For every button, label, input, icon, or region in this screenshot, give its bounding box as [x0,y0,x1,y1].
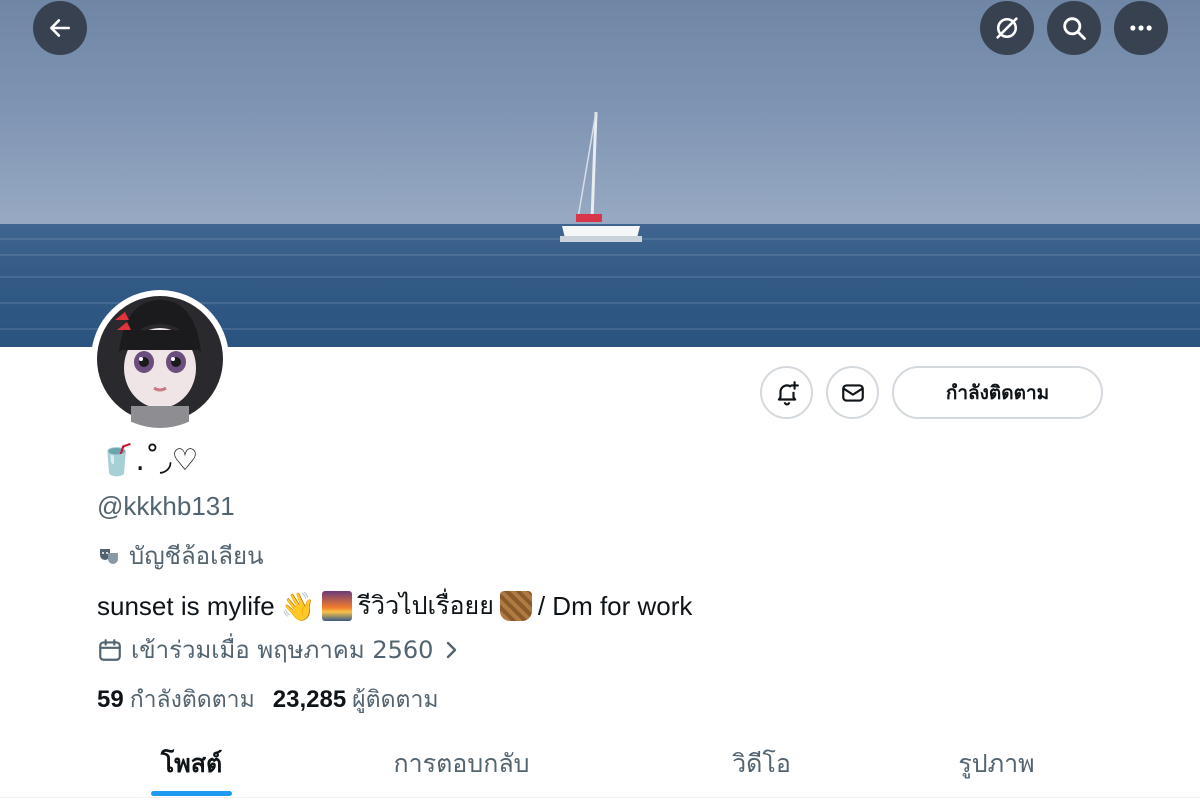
more-button[interactable] [1114,1,1168,55]
tab-replies[interactable]: การตอบกลับ [360,730,563,797]
followers-stat[interactable]: 23,285 ผู้ติดตาม [273,682,439,718]
bio-text-3: / Dm for work [537,590,693,621]
theater-masks-icon [100,548,118,564]
back-button[interactable] [33,1,87,55]
active-tab-indicator [151,791,232,796]
more-icon [1130,25,1152,31]
bio-text-1: sunset is mylife [97,590,275,621]
sailboat-image [560,111,642,242]
following-button[interactable]: กำลังติดตาม [892,366,1103,419]
tabs-divider [0,797,1200,798]
avatar-image [97,296,223,428]
following-label: กำลังติดตาม [129,687,255,713]
arrow-left-icon [50,19,70,37]
tab-posts[interactable]: โพสต์ [120,730,263,797]
chevron-right-icon [447,641,457,658]
profile-bio: sunset is mylife 👋 รีวิวไปเรื่อยย / Dm f… [97,586,692,626]
link-off-icon [996,17,1018,39]
tab-photos[interactable]: รูปภาพ [925,730,1068,797]
joined-label: เข้าร่วมเมื่อ พฤษภาคม 2560 [131,636,434,664]
calendar-icon [99,638,121,661]
followers-count: 23,285 [272,686,347,713]
bell-plus-icon [777,380,799,405]
joined-date[interactable]: เข้าร่วมเมื่อ พฤษภาคม 2560 [97,630,461,669]
basket-icon [499,591,532,621]
profile-handle: @kkkhb131 [97,491,235,521]
profile-tabs: โพสต์ การตอบกลับ วิดีโอ รูปภาพ [0,730,1200,797]
notify-button[interactable] [760,366,813,419]
mail-icon [841,383,864,402]
message-button[interactable] [826,366,879,419]
following-count: 59 [97,686,124,713]
sunset-icon [321,591,352,621]
display-name: 🥤.˚◞♡ [98,443,199,478]
followers-label: ผู้ติดตาม [352,687,439,713]
tab-videos[interactable]: วิดีโอ [690,730,833,797]
unlink-button[interactable] [980,1,1034,55]
search-button[interactable] [1047,1,1101,55]
parody-label: บัญชีล้อเลียน [129,542,264,570]
bio-text-2: รีวิวไปเรื่อยย [357,591,494,620]
waving-hand-icon: 👋 [280,590,316,622]
following-stat[interactable]: 59 กำลังติดตาม [97,682,255,718]
avatar[interactable] [91,290,229,428]
follow-stats: 59 กำลังติดตาม 23,285 ผู้ติดตาม [97,682,439,718]
parody-badge[interactable]: บัญชีล้อเลียน [97,536,263,575]
search-icon [1063,17,1086,40]
